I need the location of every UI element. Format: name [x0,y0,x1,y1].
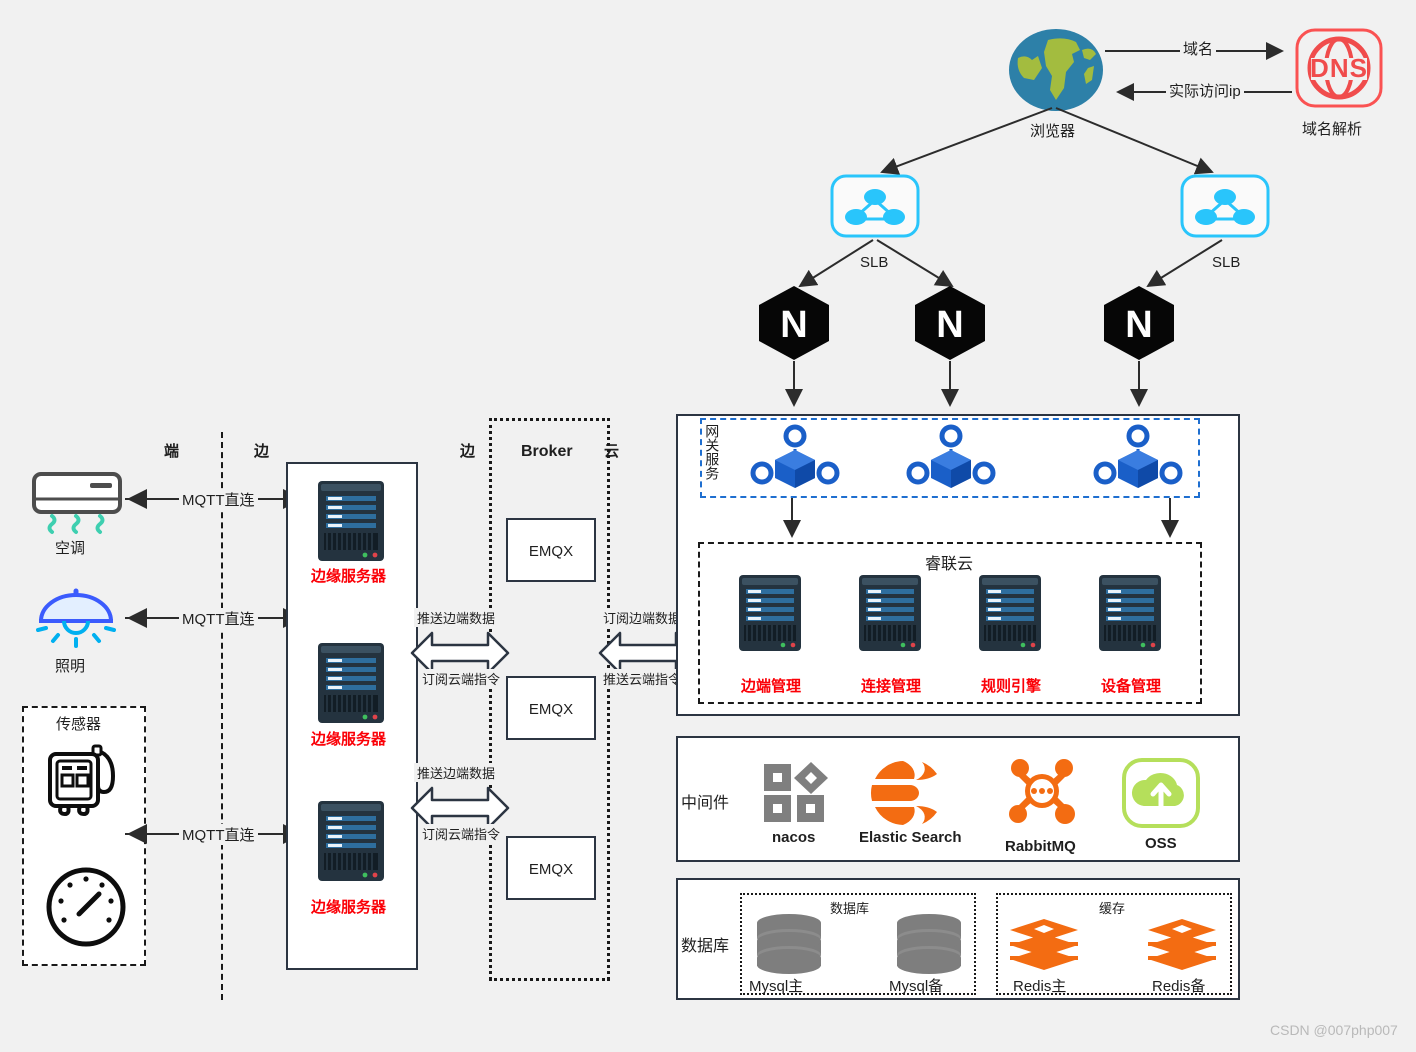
emqx-label-1: EMQX [528,701,574,718]
oss-icon[interactable] [1122,758,1200,828]
nginx-icon-3[interactable]: N [1102,285,1176,361]
gateway-node-icon-1[interactable] [905,424,997,492]
svg-text:N: N [780,304,807,346]
arrow-label-domain: 域名 [1180,38,1217,59]
zone-label-edge-right: 边 [460,443,476,460]
middleware-title: 中间件 [681,795,730,812]
dns-icon: DNS [1295,28,1383,108]
database-group-title-1: 缓存 [1099,901,1126,916]
block-arrow-left-label-bottom-1: 订阅云端指令 [419,824,504,843]
slb-right-icon[interactable] [1180,174,1270,238]
mqtt-label-2: MQTT直连 [179,824,258,845]
slb-to-nginx-arrows [770,238,1250,300]
edge-server-icon-2[interactable] [317,800,385,882]
database-item-label-1-1: Redis备 [1152,978,1206,995]
block-arrow-left-label-top-1: 推送边端数据 [414,763,499,782]
cloud-service-icon-2[interactable] [978,574,1042,652]
browser-globe-icon [1008,28,1104,112]
gateway-node-icon-0[interactable] [749,424,841,492]
block-arrow-right-label-bottom-0: 推送云端指令 [600,669,685,688]
nacos-icon[interactable] [764,762,830,824]
dns-label: 域名解析 [1302,121,1363,138]
broker-box-right-edge [607,418,610,980]
edge-server-icon-1[interactable] [317,642,385,724]
svg-text:N: N [936,304,963,346]
emqx-node-1[interactable]: EMQX [506,676,596,740]
watermark: CSDN @007php007 [1270,1022,1398,1038]
cloud-service-icon-1[interactable] [858,574,922,652]
block-arrow-left-label-bottom-0: 订阅云端指令 [419,669,504,688]
nginx-icon-1[interactable]: N [757,285,831,361]
device-label-0: 空调 [55,540,86,557]
database-item-label-1-0: Redis主 [1013,978,1067,995]
edge-server-label-1: 边缘服务器 [311,731,387,748]
emqx-label-0: EMQX [528,543,574,560]
edge-server-icon-0[interactable] [317,480,385,562]
svg-text:DNS: DNS [1310,53,1368,83]
middleware-label-3: OSS [1145,835,1177,852]
gateway-service-label: 网关服务 [704,424,721,480]
middleware-label-0: nacos [772,829,816,846]
nginx-to-gateway-arrows [780,361,1150,417]
middleware-label-1: Elastic Search [859,829,962,846]
lamp-icon [33,588,119,652]
database-group-title-0: 数据库 [830,901,870,916]
emqx-node-2[interactable]: EMQX [506,836,596,900]
cloud-service-icon-0[interactable] [738,574,802,652]
cloud-service-icon-3[interactable] [1098,574,1162,652]
slb-left-icon[interactable] [830,174,920,238]
emqx-label-2: EMQX [528,861,574,878]
database-title: 数据库 [681,938,730,955]
arrow-label-real-ip: 实际访问ip [1166,80,1244,101]
middleware-label-2: RabbitMQ [1005,838,1076,855]
zone-label-edge-left: 边 [254,443,270,460]
cloud-service-label-2: 规则引擎 [981,678,1042,695]
gauge-icon [45,866,127,948]
database-item-label-0-1: Mysql备 [889,978,944,995]
sensor-device-icon [44,742,124,822]
database-cylinder-icon-0[interactable] [755,914,823,974]
rabbitmq-icon[interactable] [1008,755,1076,827]
broker-box-top-edge [489,418,610,421]
device-label-2: 传感器 [56,716,102,733]
svg-text:N: N [1125,304,1152,346]
redis-icon-0[interactable] [1008,918,1080,972]
block-arrow-right-label-top-0: 订阅边端数据 [600,608,685,627]
elasticsearch-icon[interactable] [870,760,940,826]
gateway-node-icon-2[interactable] [1092,424,1184,492]
device-label-1: 照明 [55,658,86,675]
zone-divider-terminal-edge [221,432,223,1000]
zone-label-terminal: 端 [164,443,180,460]
block-arrow-left-label-top-0: 推送边端数据 [414,608,499,627]
broker-box-bottom-edge [489,978,610,981]
cloud-service-label-1: 连接管理 [861,678,922,695]
database-cylinder-icon-1[interactable] [895,914,963,974]
emqx-node-0[interactable]: EMQX [506,518,596,582]
cloud-service-label-3: 设备管理 [1101,678,1162,695]
database-item-label-0-0: Mysql主 [749,978,804,995]
browser-to-slb-arrows [860,106,1230,184]
gateway-to-cloud-arrows [780,498,1180,546]
redis-icon-1[interactable] [1146,918,1218,972]
slb-label-left: SLB [860,254,889,271]
broker-box-left-edge [489,418,492,980]
slb-label-right: SLB [1212,254,1241,271]
ruilian-cloud-title: 睿联云 [925,556,974,573]
mqtt-label-1: MQTT直连 [179,608,258,629]
edge-server-label-2: 边缘服务器 [311,899,387,916]
air-conditioner-icon [32,472,122,534]
mqtt-label-0: MQTT直连 [179,489,258,510]
nginx-icon-2[interactable]: N [913,285,987,361]
edge-server-label-0: 边缘服务器 [311,568,387,585]
broker-title: Broker [521,443,573,460]
cloud-service-label-0: 边端管理 [741,678,802,695]
